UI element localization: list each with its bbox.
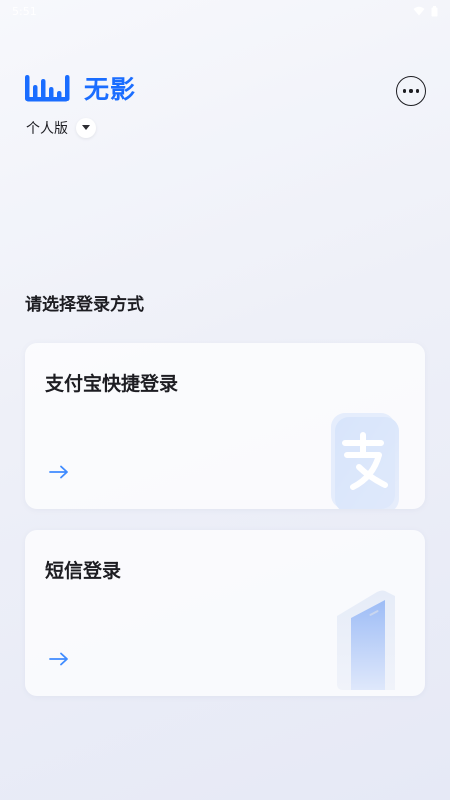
edition-selector[interactable]: 个人版 <box>26 118 96 138</box>
battery-icon <box>431 5 438 16</box>
status-time: 5:51 <box>12 4 37 18</box>
arrow-right-icon <box>49 465 68 479</box>
more-dot <box>409 89 413 93</box>
brand-logo: 无影 <box>24 70 136 106</box>
wifi-icon <box>413 6 425 16</box>
alipay-icon <box>331 413 399 509</box>
alipay-login-card[interactable]: 支付宝快捷登录 <box>25 343 425 509</box>
more-options-button[interactable] <box>396 76 426 106</box>
sms-login-card[interactable]: 短信登录 <box>25 530 425 696</box>
edition-label: 个人版 <box>26 121 68 137</box>
arrow-right-icon <box>49 652 68 666</box>
chevron-down-icon <box>76 118 96 138</box>
phone-icon <box>337 590 395 690</box>
alipay-login-label: 支付宝快捷登录 <box>45 373 179 395</box>
status-icons <box>413 5 438 17</box>
brand-name: 无影 <box>84 75 137 104</box>
brand-logo-icon <box>25 75 70 102</box>
sms-login-label: 短信登录 <box>45 560 122 582</box>
status-bar: 5:51 <box>0 0 450 22</box>
more-dot <box>415 89 420 93</box>
more-dot <box>402 89 407 93</box>
section-title: 请选择登录方式 <box>25 295 144 315</box>
